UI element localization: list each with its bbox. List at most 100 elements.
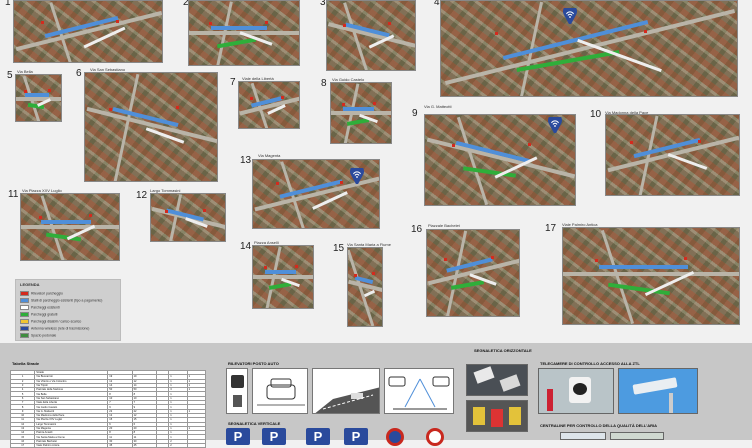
legend-item-label: Parcheggi disabili / carico-scarico <box>31 319 82 324</box>
map-tile-1[interactable] <box>13 0 163 63</box>
map-tile-14[interactable] <box>252 245 314 309</box>
legend-swatch <box>20 333 29 338</box>
legend-swatch <box>20 326 29 331</box>
map-tile-7[interactable] <box>238 81 300 129</box>
legend-item: Parcheggi gratuiti <box>20 312 57 317</box>
sensor-marker <box>528 143 531 146</box>
legend-swatch <box>20 312 29 317</box>
road <box>563 272 739 276</box>
table-row: 17 Viale Palmiro Antica 45 45 2 <box>9 443 207 448</box>
location-number-10: 10 <box>590 109 602 120</box>
sensor-marker <box>372 272 375 275</box>
map-tile-6[interactable] <box>84 72 218 182</box>
legend-swatch <box>20 298 29 303</box>
wifi-antenna-icon <box>350 168 364 184</box>
location-number-14: 14 <box>240 241 252 252</box>
table-cell <box>155 443 170 448</box>
sensor-marker <box>176 106 179 109</box>
sensor-marker <box>264 266 267 269</box>
table-cell: 45 <box>131 443 157 448</box>
location-number-5: 5 <box>7 70 13 81</box>
road <box>21 225 119 229</box>
legend-item: Antenna wireless (rete di trasmissione) <box>20 326 89 331</box>
location-number-11: 11 <box>8 189 19 200</box>
location-name-5: Via Bella <box>17 69 33 74</box>
sensor-marker <box>250 97 253 100</box>
legend-item-label: Parcheggi gratuiti <box>31 312 58 317</box>
table-title: Tabella Strade <box>12 361 40 366</box>
sensor-marker <box>39 216 42 219</box>
sensor-marker <box>295 265 298 268</box>
car-front-drawing <box>257 378 305 406</box>
legend-item-label: Parcheggi esistenti <box>31 305 60 310</box>
location-name-15: Via Santa Maria a Fiume <box>347 242 391 247</box>
sensor-marker <box>495 32 498 35</box>
location-number-7: 7 <box>230 77 236 88</box>
no-stopping-sign-icon <box>426 428 444 446</box>
location-name-16: Piazzale Bachelet <box>428 223 460 228</box>
sensor-marker <box>265 21 268 24</box>
location-number-15: 15 <box>333 243 345 254</box>
location-name-7: Viale della Libertà <box>242 76 274 81</box>
location-name-12: Largo Tommasini <box>150 188 181 193</box>
wifi-antenna-icon <box>548 117 562 133</box>
sensor-marker <box>276 182 279 185</box>
location-name-10: Via Madonna della Pace <box>605 110 649 115</box>
location-number-8: 8 <box>321 78 327 89</box>
legend-item: Parcheggi esistenti <box>20 305 60 310</box>
legend-item: Rilevatori parcheggio <box>20 291 63 296</box>
sensor-marker <box>644 30 647 33</box>
aerial-photo <box>563 228 739 324</box>
map-tile-5[interactable] <box>15 74 62 122</box>
location-name-6: Via San Sebastiano <box>90 67 126 72</box>
horizontal-signs-title: SEGNALETICA ORIZZONTALE <box>474 348 532 353</box>
legend: LEGENDA Rilevatori parcheggio Stalli di p… <box>15 279 121 341</box>
location-number-4: 4 <box>434 0 440 8</box>
table-cell: 17 <box>9 443 36 448</box>
sensor-marker <box>209 22 212 25</box>
map-tile-8[interactable] <box>330 82 392 144</box>
paid-parking-strip <box>41 220 91 224</box>
parking-sign-3: P <box>306 428 330 445</box>
table-cell: 45 <box>107 443 133 448</box>
sensor-marker <box>89 214 92 217</box>
air-quality-title: CENTRALINE PER CONTROLLO DELLA QUALITÀ D… <box>540 423 658 428</box>
map-tile-15[interactable] <box>347 247 383 327</box>
horizontal-sign-photo-2 <box>466 400 528 432</box>
legend-swatch <box>20 319 29 324</box>
camera-photo-1 <box>538 368 614 414</box>
location-number-6: 6 <box>76 68 82 79</box>
map-tile-16[interactable] <box>426 229 520 317</box>
location-name-9: Via G. Matteotti <box>424 104 452 109</box>
sensor-marker <box>595 259 598 262</box>
sensor-marker <box>41 21 44 24</box>
location-number-13: 13 <box>240 155 252 166</box>
sensor-marker <box>354 274 357 277</box>
table-cell: 2 <box>168 443 188 448</box>
sensor-panel-a <box>226 368 248 414</box>
legend-item: Stalli di parcheggio esistenti (tipo a p… <box>20 298 102 303</box>
map-tile-11[interactable] <box>20 193 120 261</box>
sensor-marker <box>116 20 119 23</box>
sensor-panel-car-front <box>252 368 308 414</box>
map-tile-4[interactable] <box>440 0 738 97</box>
sensor-marker <box>109 108 112 111</box>
sensor-marker <box>203 209 206 212</box>
map-tile-12[interactable] <box>150 193 226 242</box>
map-tile-2[interactable] <box>188 0 300 66</box>
map-tile-17[interactable] <box>562 227 740 325</box>
paid-parking-strip <box>265 270 296 274</box>
camera-photo-2 <box>618 368 698 414</box>
sensor-marker <box>48 89 51 92</box>
legend-title: LEGENDA <box>20 282 40 287</box>
legend-item: Spazio pedonale <box>20 333 56 338</box>
sensor-panel-road <box>312 368 380 414</box>
map-tile-3[interactable] <box>326 0 416 71</box>
location-number-17: 17 <box>545 223 557 234</box>
sensors-title: RILEVATORI POSTO AUTO <box>228 361 279 366</box>
map-tile-10[interactable] <box>605 114 740 196</box>
sensor-marker <box>444 258 447 261</box>
parking-sign-4: P <box>344 428 368 445</box>
sensor-scheme-drawing <box>388 376 450 410</box>
legend-swatch <box>20 305 29 310</box>
